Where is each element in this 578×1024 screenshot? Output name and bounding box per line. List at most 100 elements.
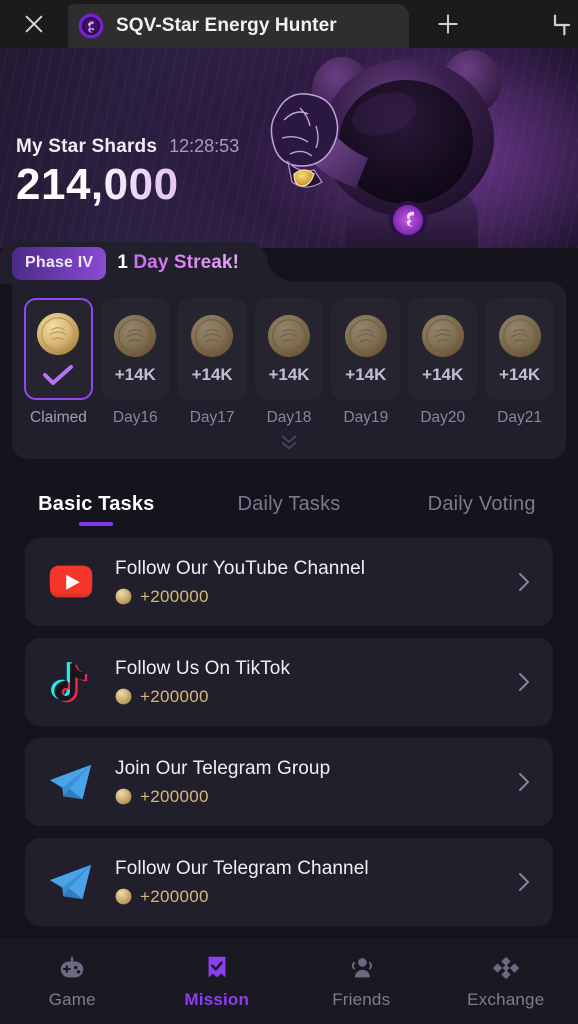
app-root: SQV-Star Energy Hunter My Star Shards 12… <box>0 0 578 1024</box>
browser-tab-title: SQV-Star Energy Hunter <box>116 15 337 36</box>
nav-label: Exchange <box>467 989 545 1009</box>
task-reward-amount: +200000 <box>140 786 209 806</box>
streak-header: Phase IV 1 Day Streak! <box>0 242 294 284</box>
task-list: Follow Our YouTube Channel +200000 Follow … <box>0 530 578 926</box>
day-label: Day16 <box>112 409 158 426</box>
task-platform-icon <box>45 556 97 608</box>
nav-item-game[interactable]: Game <box>0 953 145 1010</box>
close-tab-button[interactable] <box>0 0 68 48</box>
day-amount: +14K <box>422 365 464 384</box>
task-title: Join Our Telegram Group <box>115 757 331 779</box>
streak-count: 1 <box>117 252 128 273</box>
day-label: Day20 <box>420 409 466 426</box>
tab-daily-voting[interactable]: Daily Voting <box>385 493 578 530</box>
nav-item-exchange[interactable]: Exchange <box>434 953 578 1010</box>
nav-item-friends[interactable]: Friends <box>289 953 434 1010</box>
coin-icon <box>267 314 311 358</box>
days-grid: Claimed +14K Day16 +14K Day17 +14K Day18 +14K Da… <box>20 298 558 427</box>
day-amount: +14K <box>191 365 233 384</box>
new-tab-button[interactable] <box>409 0 487 48</box>
task-title: Follow Our YouTube Channel <box>115 557 366 579</box>
task-row[interactable]: Follow Our YouTube Channel +200000 <box>25 538 553 626</box>
day-tile-day18[interactable]: +14K <box>254 298 324 400</box>
day-cell[interactable]: Claimed <box>24 298 93 427</box>
day-tile-day19[interactable]: +14K <box>331 298 401 400</box>
shards-timer: 12:28:53 <box>169 136 240 156</box>
nav-item-mission[interactable]: Mission <box>145 953 290 1010</box>
day-label: Day18 <box>266 409 312 426</box>
task-body: Follow Us On TikTok +200000 <box>115 658 493 707</box>
chevron-right-icon <box>519 673 529 691</box>
day-cell[interactable]: +14K Day16 <box>100 298 170 427</box>
task-platform-icon <box>45 856 97 908</box>
task-reward-amount: +200000 <box>140 886 209 906</box>
exchange-diamond-icon <box>492 956 519 979</box>
day-cell[interactable]: +14K Day18 <box>254 298 324 427</box>
nav-icon <box>57 953 87 983</box>
day-amount: +14K <box>114 365 156 384</box>
streak-label: Day Streak! <box>127 252 240 273</box>
browser-tab-active[interactable]: SQV-Star Energy Hunter <box>64 4 409 48</box>
expand-days-button[interactable] <box>20 427 558 453</box>
coin-icon <box>115 588 132 605</box>
chevron-right-icon <box>519 573 529 591</box>
check-icon <box>43 365 74 385</box>
tab-overview-button[interactable] <box>540 10 578 40</box>
day-cell[interactable]: +14K Day20 <box>408 298 478 427</box>
nav-icon <box>491 953 521 983</box>
task-reward: +200000 <box>115 787 493 807</box>
coin-icon <box>115 688 132 705</box>
coin-icon <box>115 788 132 805</box>
task-body: Follow Our YouTube Channel +200000 <box>115 558 493 607</box>
day-label: Day19 <box>343 409 389 426</box>
day-cell[interactable]: +14K Day19 <box>331 298 401 427</box>
tab-basic-tasks[interactable]: Basic Tasks <box>0 493 193 530</box>
task-go-button[interactable] <box>511 670 535 694</box>
crop-corner-icon <box>553 14 571 36</box>
bottom-navigation: Game Mission Friends Exchange <box>0 938 578 1024</box>
task-body: Follow Our Telegram Channel +200000 <box>115 858 493 907</box>
day-amount: +14K <box>499 365 541 384</box>
youtube-icon <box>49 565 93 598</box>
task-tabs: Basic Tasks Daily Tasks Daily Voting <box>0 459 578 530</box>
nav-icon <box>202 953 232 983</box>
day-tile-claimed[interactable] <box>24 298 93 400</box>
coin-icon <box>344 314 387 358</box>
task-title: Follow Us On TikTok <box>115 657 291 679</box>
task-go-button[interactable] <box>511 570 535 594</box>
coin-icon <box>498 314 541 358</box>
claimed-check <box>41 363 75 387</box>
task-row[interactable]: Follow Us On TikTok +200000 <box>25 638 553 726</box>
coin-icon <box>191 314 234 358</box>
task-go-button[interactable] <box>511 870 535 894</box>
day-label: Day21 <box>497 409 542 426</box>
tab-daily-tasks[interactable]: Daily Tasks <box>193 493 386 530</box>
task-row[interactable]: Join Our Telegram Group +200000 <box>25 738 553 826</box>
shards-value: 214,000 <box>16 161 239 208</box>
task-reward: +200000 <box>115 687 493 707</box>
telegram-icon <box>49 864 92 900</box>
task-reward-amount: +200000 <box>140 686 209 706</box>
day-amount: +14K <box>268 365 310 384</box>
coin-icon <box>115 888 132 905</box>
day-label: Claimed <box>30 409 87 426</box>
tiktok-icon <box>51 662 88 703</box>
coin-icon <box>37 312 80 356</box>
sqv-logo-icon <box>78 13 104 39</box>
task-row[interactable]: Follow Our Telegram Channel +200000 <box>25 838 553 926</box>
double-chevron-down-icon <box>281 435 297 450</box>
nav-label: Mission <box>184 989 250 1009</box>
hero-text-block: My Star Shards 12:28:53 214,000 <box>16 136 239 208</box>
task-go-button[interactable] <box>511 770 535 794</box>
tab-label: Basic Tasks <box>38 493 155 515</box>
day-cell[interactable]: +14K Day21 <box>485 298 555 427</box>
bear-astronaut-illustration <box>270 50 501 248</box>
day-tile-day16[interactable]: +14K <box>100 298 170 400</box>
day-cell[interactable]: +14K Day17 <box>177 298 247 427</box>
plus-icon <box>438 14 458 34</box>
day-tile-day17[interactable]: +14K <box>177 298 247 400</box>
nav-label: Friends <box>332 989 391 1009</box>
chevron-right-icon <box>519 773 529 791</box>
day-tile-day20[interactable]: +14K <box>408 298 478 400</box>
day-tile-day21[interactable]: +14K <box>485 298 555 400</box>
